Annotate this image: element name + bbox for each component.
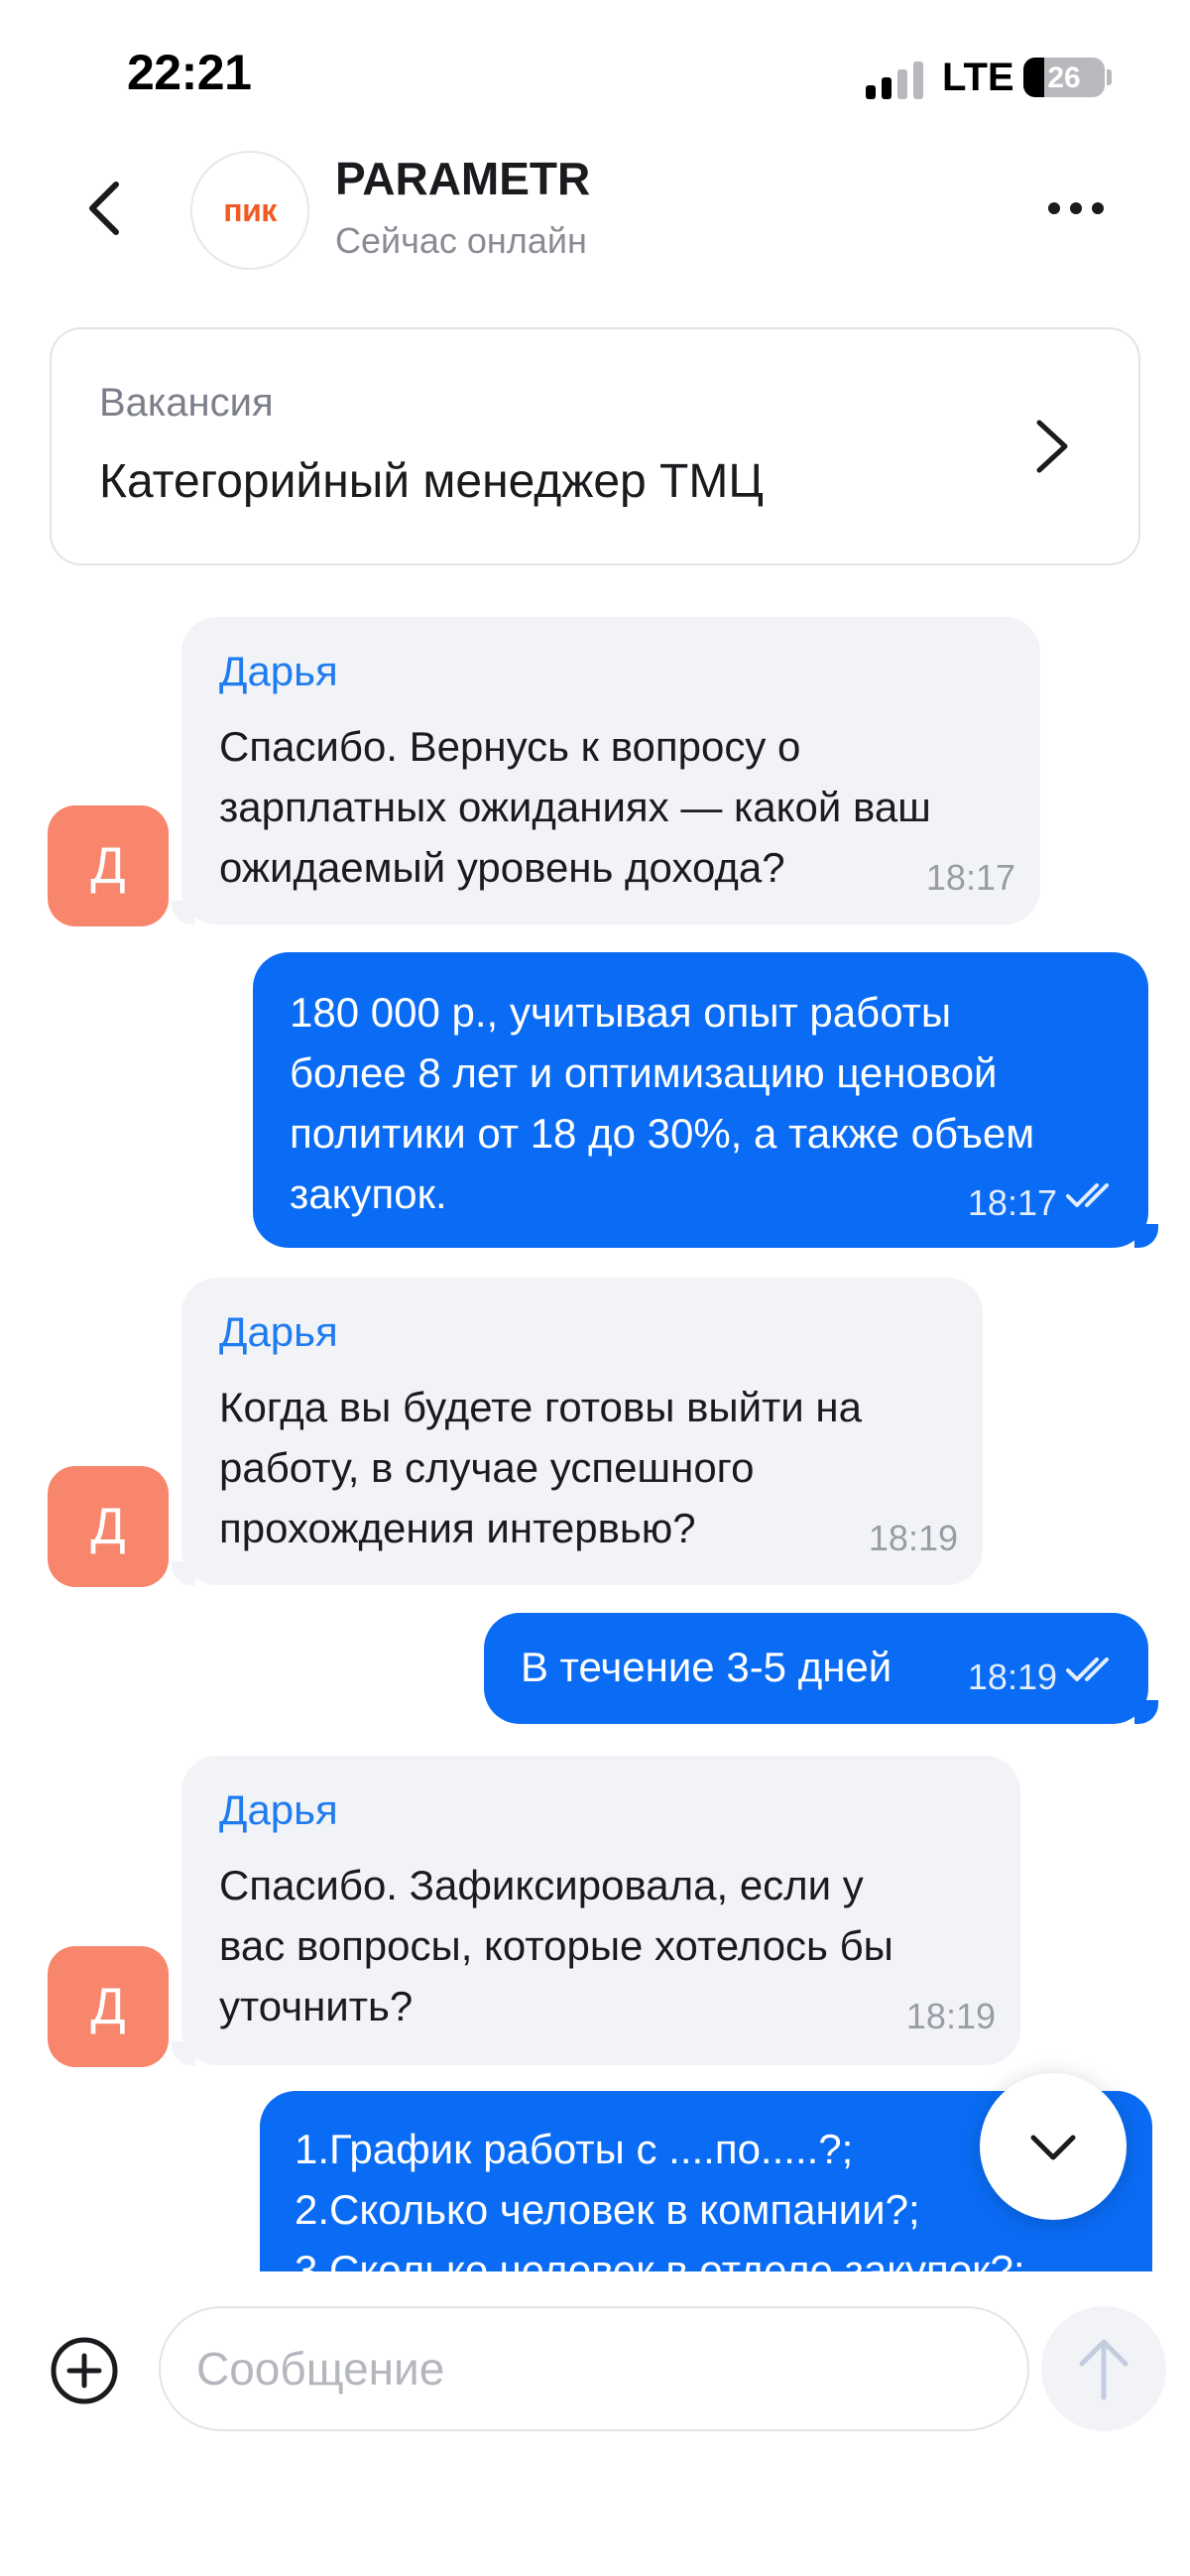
vacancy-card[interactable]: Вакансия Категорийный менеджер ТМЦ: [50, 327, 1140, 565]
message-incoming[interactable]: Дарья Спасибо. Зафиксировала, если у вас…: [172, 1756, 1020, 2065]
bubble-tail: [172, 2041, 195, 2065]
company-avatar[interactable]: пик: [190, 151, 309, 270]
message-time: 18:19: [967, 1656, 1057, 1697]
dot-icon: [1048, 202, 1060, 214]
network-label: LTE: [942, 56, 1014, 99]
bubble-tail: [172, 901, 195, 924]
dot-icon: [1092, 202, 1104, 214]
message-time: 18:17: [967, 1182, 1057, 1223]
company-logo: пик: [223, 191, 277, 228]
chevron-right-icon: [1036, 420, 1068, 473]
online-status: Сейчас онлайн: [335, 220, 587, 261]
message-text: 1.График работы с ....по.....?; 2.Скольк…: [295, 2126, 1025, 2271]
sender-avatar[interactable]: Д: [48, 805, 169, 926]
status-bar: 22:21 LTE 26: [0, 0, 1190, 149]
message-incoming[interactable]: Дарья Спасибо. Вернусь к вопросу о зарпл…: [172, 617, 1040, 924]
back-button[interactable]: [69, 174, 139, 243]
message-time: 18:17: [925, 857, 1015, 898]
chat-title[interactable]: PARAMETR: [335, 152, 590, 205]
message-incoming[interactable]: Дарья Когда вы будете готовы выйти на ра…: [172, 1278, 983, 1585]
message-time: 18:19: [868, 1518, 958, 1558]
battery-icon: 26: [1023, 58, 1105, 97]
dot-icon: [1070, 202, 1082, 214]
read-check-icon: [1066, 1183, 1109, 1207]
bubble-tail: [1134, 1224, 1158, 1248]
chevron-left-icon: [89, 182, 119, 235]
sender-avatar[interactable]: Д: [48, 1466, 169, 1587]
message-sender: Дарья: [219, 1786, 338, 1833]
message-outgoing[interactable]: 180 000 р., учитывая опыт работы более 8…: [253, 952, 1158, 1248]
vacancy-label: Вакансия: [99, 381, 274, 425]
sender-avatar[interactable]: Д: [48, 1946, 169, 2067]
vacancy-title: Категорийный менеджер ТМЦ: [99, 455, 764, 508]
message-time: 18:19: [905, 1996, 996, 2036]
message-sender: Дарья: [219, 1308, 338, 1355]
status-time: 22:21: [127, 45, 252, 100]
chevron-down-icon: [1030, 2135, 1076, 2160]
arrow-up-icon: [1079, 2339, 1129, 2400]
send-button[interactable]: [1041, 2306, 1166, 2431]
scroll-to-bottom-button[interactable]: [980, 2073, 1127, 2220]
message-text: 180 000 р., учитывая опыт работы более 8…: [290, 989, 1035, 1217]
plus-circle-icon: [51, 2337, 118, 2404]
bubble-tail: [172, 1561, 195, 1585]
battery-level: 26: [1047, 61, 1081, 94]
message-outgoing[interactable]: В течение 3-5 дней 18:19: [484, 1613, 1158, 1724]
attach-button[interactable]: [50, 2336, 119, 2405]
message-text: Когда вы будете готовы выйти на работу, …: [219, 1384, 862, 1551]
battery-cap: [1107, 69, 1112, 85]
bubble-tail: [1134, 1700, 1158, 1724]
message-sender: Дарья: [219, 648, 338, 694]
message-text: Спасибо. Вернусь к вопросу о зарплатных …: [219, 723, 931, 891]
message-input[interactable]: [159, 2306, 1029, 2431]
read-check-icon: [1066, 1657, 1109, 1681]
message-text: В течение 3-5 дней: [521, 1644, 892, 1690]
more-options-button[interactable]: [1041, 179, 1111, 238]
signal-icon: [866, 60, 925, 99]
message-text: Спасибо. Зафиксировала, если у вас вопро…: [219, 1862, 893, 2029]
